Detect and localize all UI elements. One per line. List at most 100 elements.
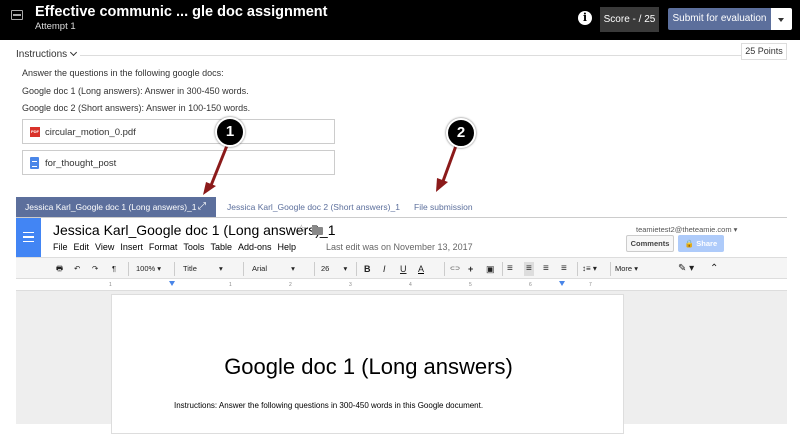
caret-icon: ▾: [157, 264, 162, 273]
doc-title[interactable]: Jessica Karl_Google doc 1 (Long answers)…: [53, 222, 336, 238]
instructions-toggle[interactable]: Instructions: [16, 48, 78, 60]
attempt-label: Attempt 1: [35, 21, 76, 32]
menu-addons[interactable]: Add-ons: [238, 242, 272, 252]
account-email[interactable]: teamietest2@theteamie.com ▾: [636, 225, 737, 234]
menu-format[interactable]: Format: [149, 242, 178, 252]
toolbar-separator: [610, 262, 611, 276]
underline-icon[interactable]: U: [400, 262, 407, 276]
line-spacing-glyph: ↕≡: [582, 264, 591, 273]
caret-icon: ▾: [343, 264, 348, 273]
style-value: Title: [183, 264, 197, 273]
style-select[interactable]: Title ▾: [183, 262, 223, 276]
menu-table[interactable]: Table: [210, 242, 232, 252]
toolbar-separator: [174, 262, 175, 276]
doc-toolbar: 🖶 ↶ ↷ ¶ 100% ▾ Title ▾ Arial ▾ 26 ▾ B I …: [16, 257, 787, 279]
doc-instructions-label: Instructions:: [174, 401, 218, 410]
zoom-select[interactable]: 100% ▾: [136, 262, 161, 276]
caret-icon: ▾: [592, 264, 597, 273]
ruler-number: 2: [289, 282, 292, 288]
doc-instructions-text: Answer the following questions in 300-45…: [217, 401, 484, 410]
menu-tools[interactable]: Tools: [183, 242, 204, 252]
attachment-doc[interactable]: for_thought_post: [22, 150, 335, 175]
info-icon[interactable]: i: [578, 11, 592, 25]
attachment-pdf[interactable]: PDF circular_motion_0.pdf: [22, 119, 335, 144]
google-doc-icon: [30, 157, 39, 169]
callout-arrowhead-1: [203, 182, 216, 195]
tab-file-submission[interactable]: File submission: [414, 197, 473, 217]
menu-file[interactable]: File: [53, 242, 68, 252]
menu-view[interactable]: View: [95, 242, 114, 252]
submit-button[interactable]: Submit for evaluation: [668, 8, 771, 30]
menu-insert[interactable]: Insert: [120, 242, 143, 252]
more-button[interactable]: More ▾: [615, 262, 638, 276]
more-label: More: [615, 264, 633, 273]
ruler-number: 1: [229, 282, 232, 288]
toolbar-separator: [243, 262, 244, 276]
chevron-down-icon: [70, 48, 78, 57]
menu-help[interactable]: Help: [277, 242, 296, 252]
align-left-icon[interactable]: ≡: [507, 262, 513, 276]
pen-glyph: ✎: [678, 263, 687, 274]
ruler-number: 5: [469, 282, 472, 288]
paint-format-icon[interactable]: ¶: [112, 262, 116, 276]
toolbar-separator: [444, 262, 445, 276]
share-button[interactable]: 🔒 Share: [678, 235, 724, 252]
folder-icon[interactable]: [312, 225, 323, 235]
instruction-line: Answer the questions in the following go…: [22, 68, 224, 78]
caret-icon: ▾: [689, 263, 695, 274]
assignment-title: Effective communic ... gle doc assignmen…: [35, 4, 328, 20]
line-spacing-icon[interactable]: ↕≡ ▾: [582, 262, 597, 276]
attachment-name: circular_motion_0.pdf: [45, 127, 136, 138]
attachment-name: for_thought_post: [45, 158, 117, 169]
print-icon[interactable]: 🖶: [56, 262, 63, 276]
insert-image-icon[interactable]: ▣: [486, 262, 495, 276]
last-edit-link[interactable]: Last edit was on November 13, 2017: [326, 242, 473, 252]
star-icon[interactable]: ☆: [296, 222, 307, 236]
submit-dropdown-button[interactable]: [771, 8, 792, 30]
editing-mode-icon[interactable]: ✎ ▾: [678, 262, 694, 276]
redo-icon[interactable]: ↷: [92, 262, 98, 276]
callout-2: 2: [446, 118, 476, 148]
pdf-icon: PDF: [30, 127, 40, 137]
collapse-toolbar-icon[interactable]: ⌃: [710, 262, 718, 276]
divider: [80, 55, 741, 56]
text-color-icon[interactable]: A: [418, 262, 424, 276]
size-value: 26: [321, 264, 330, 273]
doc-header: Jessica Karl_Google doc 1 (Long answers)…: [16, 218, 787, 257]
align-right-icon[interactable]: ≡: [543, 262, 549, 276]
add-comment-icon[interactable]: +: [468, 262, 473, 276]
top-bar: Effective communic ... gle doc assignmen…: [0, 0, 800, 40]
ruler-scale: 1 1 2 3 4 5 6 7: [109, 281, 624, 288]
google-docs-logo-icon[interactable]: [16, 218, 41, 257]
doc-heading[interactable]: Google doc 1 (Long answers): [112, 354, 625, 380]
right-indent-marker-icon[interactable]: [559, 281, 565, 286]
justify-icon[interactable]: ≡: [561, 262, 567, 276]
font-select[interactable]: Arial ▾: [252, 262, 295, 276]
caret-icon: ▾: [291, 264, 295, 273]
indent-marker-icon[interactable]: [169, 281, 175, 286]
instructions-label: Instructions: [16, 49, 68, 60]
bold-icon[interactable]: B: [364, 262, 371, 276]
tab-google-doc-2[interactable]: Jessica Karl_Google doc 2 (Short answers…: [227, 197, 400, 217]
ruler-number: 1: [109, 282, 112, 288]
ruler: 1 1 2 3 4 5 6 7: [16, 279, 787, 291]
instruction-line: Google doc 2 (Short answers): Answer in …: [22, 103, 251, 113]
italic-icon[interactable]: I: [383, 262, 386, 276]
doc-page[interactable]: Google doc 1 (Long answers) Instructions…: [111, 294, 624, 434]
callout-arrowhead-2: [436, 178, 448, 192]
expand-icon[interactable]: ⤢: [198, 197, 206, 217]
toolbar-separator: [128, 262, 129, 276]
score-badge: Score - / 25: [600, 7, 659, 32]
points-badge: 25 Points: [741, 43, 787, 60]
undo-icon[interactable]: ↶: [74, 262, 80, 276]
align-center-icon[interactable]: ≡: [524, 262, 534, 276]
tab-google-doc-1[interactable]: Jessica Karl_Google doc 1 (Long answers)…: [16, 197, 216, 217]
toolbar-separator: [356, 262, 357, 276]
doc-menu-bar: File Edit View Insert Format Tools Table Add-on…: [53, 242, 302, 252]
google-doc-embed[interactable]: Jessica Karl_Google doc 1 (Long answers)…: [16, 218, 787, 434]
size-select[interactable]: 26 ▾: [321, 262, 347, 276]
menu-edit[interactable]: Edit: [74, 242, 90, 252]
link-icon[interactable]: ⊂⊃: [450, 262, 460, 276]
doc-instructions[interactable]: Instructions: Answer the following quest…: [174, 401, 483, 410]
comments-button[interactable]: Comments: [626, 235, 674, 252]
